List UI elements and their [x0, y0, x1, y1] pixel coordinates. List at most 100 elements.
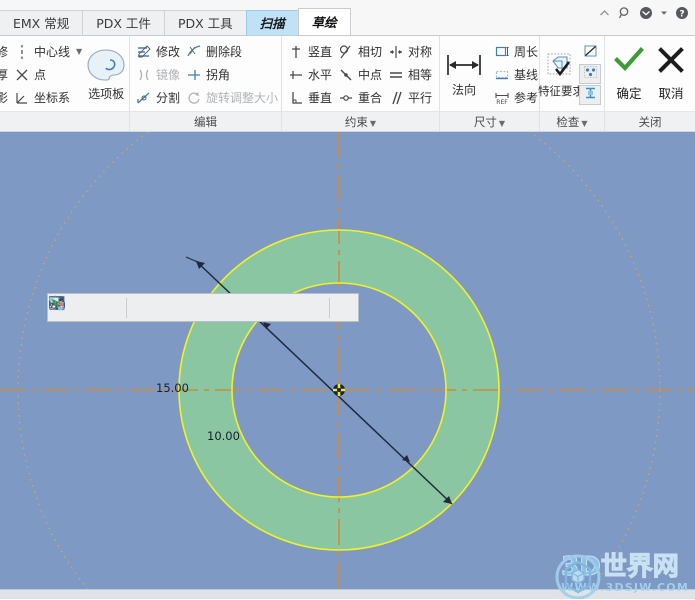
menu-item-coincident[interactable]: 重合: [336, 87, 386, 109]
group-label-text: 约束: [344, 115, 368, 129]
menu-item-point[interactable]: 点: [12, 64, 86, 86]
chevron-down-icon[interactable]: [660, 9, 668, 17]
menu-item-thicken[interactable]: 厚: [0, 64, 12, 86]
feature-requirements-label: 特征要求: [538, 84, 584, 99]
midpoint-icon: [338, 67, 354, 83]
menu-item-tangent[interactable]: 相切: [336, 41, 386, 63]
sketch-drawing: [0, 132, 695, 599]
vertical-icon: [288, 44, 304, 60]
spin-center-button[interactable]: [49, 295, 328, 320]
ok-button-label: 确定: [616, 86, 642, 101]
constraints-column-2: 相切 中点 重合: [336, 41, 386, 109]
palette-button-label: 选项板: [88, 87, 125, 101]
tab-pdx-tools[interactable]: PDX 工具: [163, 10, 247, 35]
menu-item-label: 竖直: [308, 44, 333, 59]
menu-item-symmetric[interactable]: 对称: [386, 41, 436, 63]
sketching-column-2: 中心线 ▼ 点 坐标系: [12, 41, 86, 109]
chevron-down-icon[interactable]: ▼: [370, 119, 376, 128]
dimension-column-1: 周长 基线 REF 参考: [492, 41, 542, 109]
ribbon-group-label: 编辑: [130, 111, 281, 131]
equal-icon: [388, 67, 404, 83]
menu-item-trim[interactable]: 修: [0, 41, 12, 63]
sketch-display-button[interactable]: [49, 295, 356, 320]
menu-item-label: 相切: [358, 44, 383, 59]
menu-item-centerline[interactable]: 中心线 ▼: [12, 41, 86, 63]
appearance-gallery-button[interactable]: [50, 295, 203, 320]
ribbon-group-label: [0, 111, 129, 131]
ribbon-group-inspect: 特征要求 检查 ▼: [538, 36, 605, 131]
chevron-down-icon[interactable]: ▼: [581, 119, 587, 128]
feature-requirements-button[interactable]: 特征要求: [538, 39, 584, 111]
modify-icon: [136, 44, 152, 60]
tab-sweep[interactable]: 扫描: [245, 10, 299, 35]
menu-item-label: 垂直: [308, 90, 333, 105]
menu-item-rotate-resize[interactable]: 旋转调整大小: [184, 87, 282, 109]
menu-item-corner[interactable]: 拐角: [184, 64, 282, 86]
zoom-out-button[interactable]: [49, 295, 125, 320]
menu-item-label: 厚: [0, 67, 9, 82]
highlight-open-ends-button[interactable]: [579, 64, 601, 84]
menu-item-perimeter[interactable]: 周长: [492, 41, 542, 63]
graphics-canvas[interactable]: 15.00 10.00 3D世界网 WWW.3DSJW.COM: [0, 132, 695, 599]
chevron-down-icon[interactable]: ▼: [499, 119, 505, 128]
shade-closed-loops-button[interactable]: [579, 85, 601, 105]
menu-item-label: 旋转调整大小: [206, 90, 279, 105]
dimension-label-15[interactable]: 15.00: [156, 381, 189, 395]
menu-item-reference[interactable]: REF 参考: [492, 87, 542, 109]
corner-icon: [186, 67, 202, 83]
view-manager-button[interactable]: [49, 295, 278, 320]
menu-item-label: 周长: [514, 44, 539, 59]
delete-segment-icon: [186, 44, 202, 60]
saved-views-button[interactable]: [49, 295, 228, 320]
menu-item-horizontal[interactable]: 水平: [286, 64, 336, 86]
menu-item-delete-segment[interactable]: 删除段: [184, 41, 282, 63]
normal-dimension-button[interactable]: 法向: [444, 39, 484, 111]
palette-icon: [86, 48, 126, 85]
menu-item-baseline[interactable]: 基线: [492, 64, 542, 86]
zoom-in-button[interactable]: [49, 295, 100, 320]
ok-button[interactable]: 确定: [609, 39, 649, 111]
tab-emx-general[interactable]: EMX 常规: [0, 10, 84, 35]
tab-label: PDX 工具: [177, 16, 233, 31]
svg-text:REF: REF: [496, 99, 508, 106]
search-icon[interactable]: [618, 6, 632, 20]
tab-sketch[interactable]: 草绘: [297, 8, 351, 35]
annotation-display-button[interactable]: [50, 295, 303, 320]
account-icon[interactable]: [639, 6, 653, 20]
menu-item-divide[interactable]: 分割: [134, 87, 184, 109]
chevron-up-icon[interactable]: [598, 7, 611, 20]
datum-display-button[interactable]: [50, 295, 253, 320]
menu-item-coordinate-system[interactable]: 坐标系: [12, 87, 86, 109]
divide-icon: [136, 90, 152, 106]
cancel-button[interactable]: 取消: [651, 39, 691, 111]
menu-item-midpoint[interactable]: 中点: [336, 64, 386, 86]
help-icon[interactable]: ?: [675, 6, 689, 20]
tab-pdx-workpiece[interactable]: PDX 工件: [82, 10, 165, 35]
baseline-icon: [494, 67, 510, 83]
menu-item-equal[interactable]: 相等: [386, 64, 436, 86]
titlebar-actions: ?: [598, 6, 689, 20]
coordinate-system-icon: [14, 90, 30, 106]
menu-item-parallel[interactable]: 平行: [386, 87, 436, 109]
display-style-button[interactable]: [50, 295, 178, 320]
repaint-button[interactable]: [49, 295, 153, 320]
overlapping-geometry-button[interactable]: [579, 43, 601, 63]
palette-button[interactable]: 选项板: [86, 39, 126, 111]
menu-item-mirror[interactable]: 镜像: [134, 64, 184, 86]
menu-item-perpendicular[interactable]: 垂直: [286, 87, 336, 109]
toolbar-divider: [329, 297, 330, 318]
graphics-toolbar: [47, 293, 359, 322]
menu-item-modify[interactable]: 修改: [134, 41, 184, 63]
menu-item-vertical[interactable]: 竖直: [286, 41, 336, 63]
tab-label: PDX 工件: [96, 16, 151, 31]
menu-item-project[interactable]: 影: [0, 87, 12, 109]
chevron-down-icon[interactable]: ▼: [76, 47, 82, 56]
coincident-icon: [338, 90, 354, 106]
highlight-open-ends-icon: [583, 65, 598, 84]
menu-item-label: 参考: [514, 90, 539, 105]
menu-item-label: 影: [0, 90, 9, 105]
menu-item-label: 修: [0, 44, 9, 59]
horizontal-icon: [288, 67, 304, 83]
menu-item-label: 中心线: [34, 44, 71, 59]
dimension-label-10[interactable]: 10.00: [207, 429, 240, 443]
